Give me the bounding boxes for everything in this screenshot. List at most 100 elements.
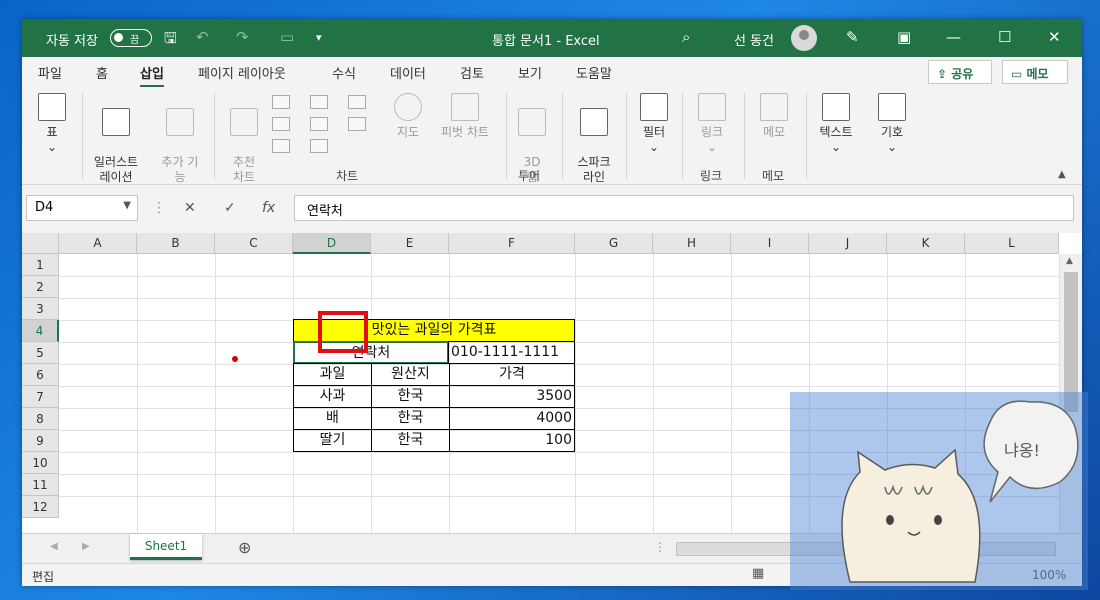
header-cell-fruit[interactable]: 과일 [293,363,372,386]
scatter-chart-icon[interactable] [310,139,328,153]
tab-view[interactable]: 보기 [518,63,542,82]
next-sheet-icon[interactable]: ▶ [82,541,90,552]
column-chart-icon[interactable] [272,95,290,109]
table-button[interactable]: 표 ⌄ [34,93,70,155]
row-header-1[interactable]: 1 [22,254,59,276]
column-header-F[interactable]: F [449,233,575,254]
column-header-J[interactable]: J [809,233,887,254]
select-all-corner[interactable] [22,233,59,254]
table-cell[interactable]: 한국 [371,429,450,452]
gridline [653,254,654,533]
row-header-8[interactable]: 8 [22,408,59,430]
table-cell[interactable]: 사과 [293,385,372,408]
quick-access-icon[interactable]: ▭ [280,28,294,46]
recommended-charts-label: 추천 차트 [232,155,256,184]
tab-review[interactable]: 검토 [460,63,484,82]
addins-button[interactable]: 추가 기 능 [156,93,204,185]
column-header-A[interactable]: A [59,233,137,254]
formula-input[interactable]: 연락처 [294,195,1074,221]
row-header-11[interactable]: 11 [22,474,59,496]
row-header-12[interactable]: 12 [22,496,59,518]
memo-button[interactable]: ▭ 메모 [1002,60,1068,84]
close-icon[interactable]: ✕ [1048,28,1061,46]
row-header-3[interactable]: 3 [22,298,59,320]
combo-chart-icon[interactable] [348,117,366,131]
table-cell[interactable]: 4000 [449,407,575,430]
confirm-icon[interactable]: ✓ [224,200,236,216]
text-button[interactable]: 텍스트 ⌄ [814,93,858,155]
table-cell[interactable]: 3500 [449,385,575,408]
row-header-5[interactable]: 5 [22,342,59,364]
autosave-toggle[interactable]: 끔 [110,29,152,47]
column-header-H[interactable]: H [653,233,731,254]
tab-data[interactable]: 데이터 [390,63,426,82]
waterfall-chart-icon[interactable] [348,95,366,109]
table-cell[interactable]: 딸기 [293,429,372,452]
pivot-chart-button[interactable]: 피벗 차트 [432,93,498,140]
insert-function-icon[interactable]: fx [262,200,275,216]
add-sheet-icon[interactable]: ⊕ [238,538,251,557]
sparkline-button[interactable]: 스파크 라인 [570,93,618,185]
column-header-K[interactable]: K [887,233,965,254]
contact-label-cell[interactable]: 연락처 [293,341,449,364]
column-header-D[interactable]: D [293,233,371,254]
column-header-B[interactable]: B [137,233,215,254]
contact-value-cell[interactable]: 010-1111-1111 [448,341,575,364]
sheet-tab-sheet1[interactable]: Sheet1 [130,534,202,560]
row-header-2[interactable]: 2 [22,276,59,298]
collapse-ribbon-icon[interactable]: ▲ [1058,169,1066,180]
illustration-icon [102,108,130,136]
symbol-button[interactable]: 기호 ⌄ [872,93,912,155]
tab-home[interactable]: 홈 [96,63,108,82]
prev-sheet-icon[interactable]: ◀ [50,541,58,552]
redo-icon[interactable]: ↷ [236,28,249,46]
hierarchy-chart-icon[interactable] [310,95,328,109]
ribbon-display-icon[interactable]: ▣ [897,28,911,46]
tab-insert[interactable]: 삽입 [140,63,164,88]
cancel-icon[interactable]: ✕ [184,200,196,216]
customize-qat-icon[interactable]: ▾ [316,31,322,44]
maximize-icon[interactable]: ☐ [998,28,1011,46]
tab-help[interactable]: 도움말 [576,63,612,82]
minimize-icon[interactable]: — [946,28,961,46]
normal-view-icon[interactable]: ▦ [752,566,764,581]
row-header-6[interactable]: 6 [22,364,59,386]
tab-page-layout[interactable]: 페이지 레이아웃 [198,63,286,82]
table-cell[interactable]: 배 [293,407,372,430]
column-header-L[interactable]: L [965,233,1059,254]
table-cell[interactable]: 100 [449,429,575,452]
header-cell-price[interactable]: 가격 [449,363,575,386]
save-icon[interactable]: 🖫 [164,28,177,53]
scroll-thumb[interactable] [1064,272,1078,412]
illustration-button[interactable]: 일러스트 레이션 [88,93,144,185]
row-header-4[interactable]: 4 [22,320,59,342]
avatar[interactable] [791,25,817,51]
column-header-I[interactable]: I [731,233,809,254]
filter-button[interactable]: 필터 ⌄ [634,93,674,155]
group-tour-label: 투어 [518,169,541,183]
tab-file[interactable]: 파일 [38,63,62,82]
column-header-C[interactable]: C [215,233,293,254]
name-box[interactable]: D4 ▼ [26,195,138,221]
memo-ribbon-button[interactable]: 메모 [754,93,794,140]
header-cell-origin[interactable]: 원산지 [371,363,450,386]
search-icon[interactable]: ⌕ [682,28,690,46]
row-header-10[interactable]: 10 [22,452,59,474]
scroll-up-icon[interactable]: ▲ [1066,256,1073,266]
tab-formulas[interactable]: 수식 [332,63,356,82]
recommended-charts-button[interactable]: 추천 차트 [222,93,266,185]
row-header-7[interactable]: 7 [22,386,59,408]
line-chart-icon[interactable] [272,117,290,131]
stat-chart-icon[interactable] [310,117,328,131]
column-header-G[interactable]: G [575,233,653,254]
link-button[interactable]: 링크 ⌄ [692,93,732,155]
table-cell[interactable]: 한국 [371,407,450,430]
row-header-9[interactable]: 9 [22,430,59,452]
table-cell[interactable]: 한국 [371,385,450,408]
pen-icon[interactable]: ✎ [846,28,859,46]
column-header-E[interactable]: E [371,233,449,254]
undo-icon[interactable]: ↶ [196,28,209,46]
pie-chart-icon[interactable] [272,139,290,153]
share-button[interactable]: ⇪ 공유 [928,60,992,84]
map-button[interactable]: 지도 [390,93,426,140]
